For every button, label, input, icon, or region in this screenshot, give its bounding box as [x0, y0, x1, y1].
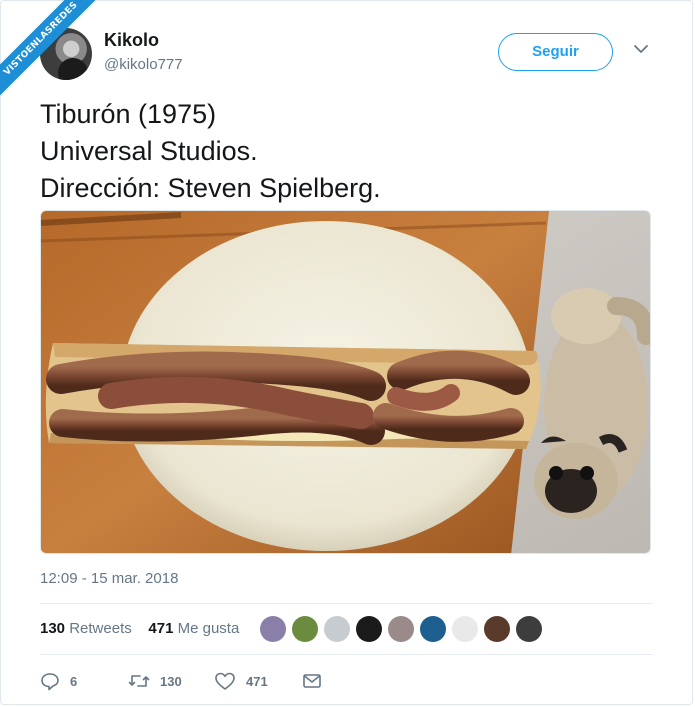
- liker-avatar[interactable]: [484, 616, 510, 642]
- liker-avatar[interactable]: [420, 616, 446, 642]
- divider: [40, 603, 653, 604]
- liker-avatar[interactable]: [388, 616, 414, 642]
- mail-icon: [303, 674, 321, 688]
- follow-button[interactable]: Seguir: [498, 33, 613, 71]
- reply-count: 6: [70, 673, 78, 689]
- message-button[interactable]: [302, 670, 332, 692]
- watermark-ribbon: VISTOENLASREDES: [0, 0, 110, 110]
- liker-avatar[interactable]: [452, 616, 478, 642]
- photo-illustration: [41, 211, 650, 553]
- like-button[interactable]: 471: [214, 670, 268, 692]
- liker-avatar[interactable]: [356, 616, 382, 642]
- tweet-photo[interactable]: [40, 210, 651, 554]
- chevron-down-icon[interactable]: [632, 40, 650, 58]
- author-name[interactable]: Kikolo: [104, 30, 159, 51]
- tweet-line: Dirección: Steven Spielberg.: [40, 173, 381, 203]
- retweets-count: 130: [40, 620, 66, 637]
- liker-avatar[interactable]: [324, 616, 350, 642]
- retweets-stat[interactable]: 130 Retweets: [40, 620, 132, 637]
- like-count: 471: [246, 673, 268, 689]
- likes-count: 471: [148, 620, 174, 637]
- tweet-text: Tiburón (1975) Universal Studios. Direcc…: [40, 96, 381, 207]
- likes-stat[interactable]: 471 Me gusta: [148, 620, 239, 637]
- divider: [40, 654, 653, 655]
- tweet-line: Universal Studios.: [40, 136, 258, 166]
- reply-button[interactable]: 6: [40, 670, 77, 692]
- retweet-icon: [128, 675, 150, 687]
- heart-icon: [215, 672, 235, 690]
- author-handle[interactable]: @kikolo777: [104, 56, 183, 73]
- retweets-label: Retweets: [69, 620, 132, 637]
- tweet-stats: 130 Retweets 471 Me gusta: [40, 620, 239, 637]
- likes-label: Me gusta: [177, 620, 240, 637]
- tweet-timestamp[interactable]: 12:09 - 15 mar. 2018: [40, 570, 178, 587]
- liker-avatar[interactable]: [260, 616, 286, 642]
- reply-icon: [41, 673, 59, 691]
- retweet-button[interactable]: 130: [128, 670, 182, 692]
- watermark-text: VISTOENLASREDES: [0, 0, 109, 107]
- retweet-count: 130: [160, 673, 182, 689]
- liker-avatar[interactable]: [516, 616, 542, 642]
- liker-avatar[interactable]: [292, 616, 318, 642]
